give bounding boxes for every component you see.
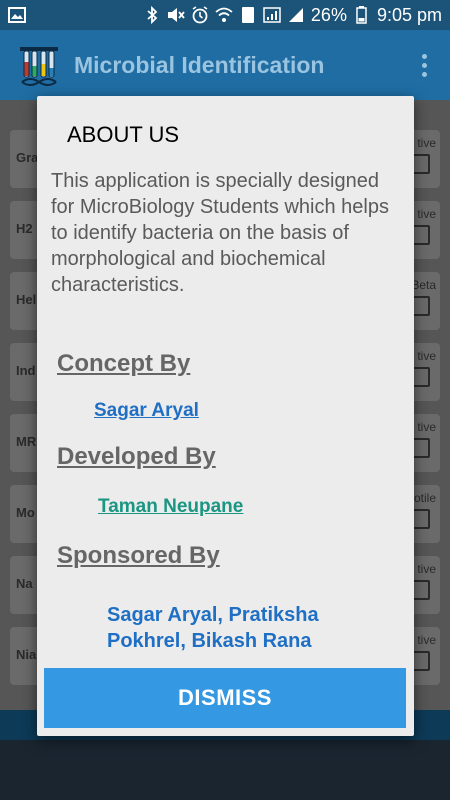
list-item-label: MR [16, 434, 37, 449]
dialog-description: This application is specially designed f… [51, 170, 389, 296]
sponsored-heading: Sponsored By [57, 542, 220, 569]
gallery-icon [8, 6, 26, 24]
sim-icon [239, 6, 257, 24]
developer-link[interactable]: Taman Neupane [98, 496, 243, 518]
list-item-label: H2 [16, 221, 33, 236]
dna-tubes-logo-icon [18, 44, 60, 86]
list-item-option: tive [417, 420, 436, 434]
wifi-icon [215, 6, 233, 24]
about-us-dialog: ABOUT US This application is specially d… [37, 96, 414, 736]
concept-heading: Concept By [57, 350, 191, 377]
sponsor-names: Sagar Aryal, Pratiksha Pokhrel, Bikash R… [107, 604, 319, 652]
battery-percentage: 26% [310, 4, 347, 25]
signal-icon [263, 6, 281, 24]
bottom-area [0, 740, 450, 800]
dialog-title: ABOUT US [67, 122, 180, 147]
signal-icon [287, 6, 305, 24]
list-item-option: tive [417, 136, 436, 150]
list-item-label: Hel [16, 292, 37, 307]
list-item-label: Ind [16, 363, 36, 378]
status-bar: 26% 9:05 pm [0, 0, 450, 30]
list-item-option: tive [417, 349, 436, 363]
list-item-label: Mo [16, 505, 35, 520]
app-title: Microbial Identification [74, 51, 325, 78]
alarm-icon [191, 6, 209, 24]
list-item-option: Beta [411, 278, 436, 292]
list-item-option: tive [417, 207, 436, 221]
list-item-option: tive [417, 562, 436, 576]
list-item-label: Nia [16, 647, 37, 662]
concept-author-link[interactable]: Sagar Aryal [94, 400, 199, 422]
battery-icon [353, 6, 371, 24]
dismiss-button[interactable]: DISMISS [44, 668, 406, 728]
list-item-option: otile [413, 491, 436, 505]
developed-heading: Developed By [57, 443, 216, 470]
overflow-menu-icon[interactable] [412, 45, 436, 85]
bluetooth-icon [143, 6, 161, 24]
list-item-label: Gra [16, 150, 39, 165]
app-bar: Microbial Identification [0, 30, 450, 100]
list-item-label: Na [16, 576, 33, 591]
list-item-option: tive [417, 633, 436, 647]
status-time: 9:05 pm [376, 4, 442, 25]
mute-icon [167, 6, 185, 24]
